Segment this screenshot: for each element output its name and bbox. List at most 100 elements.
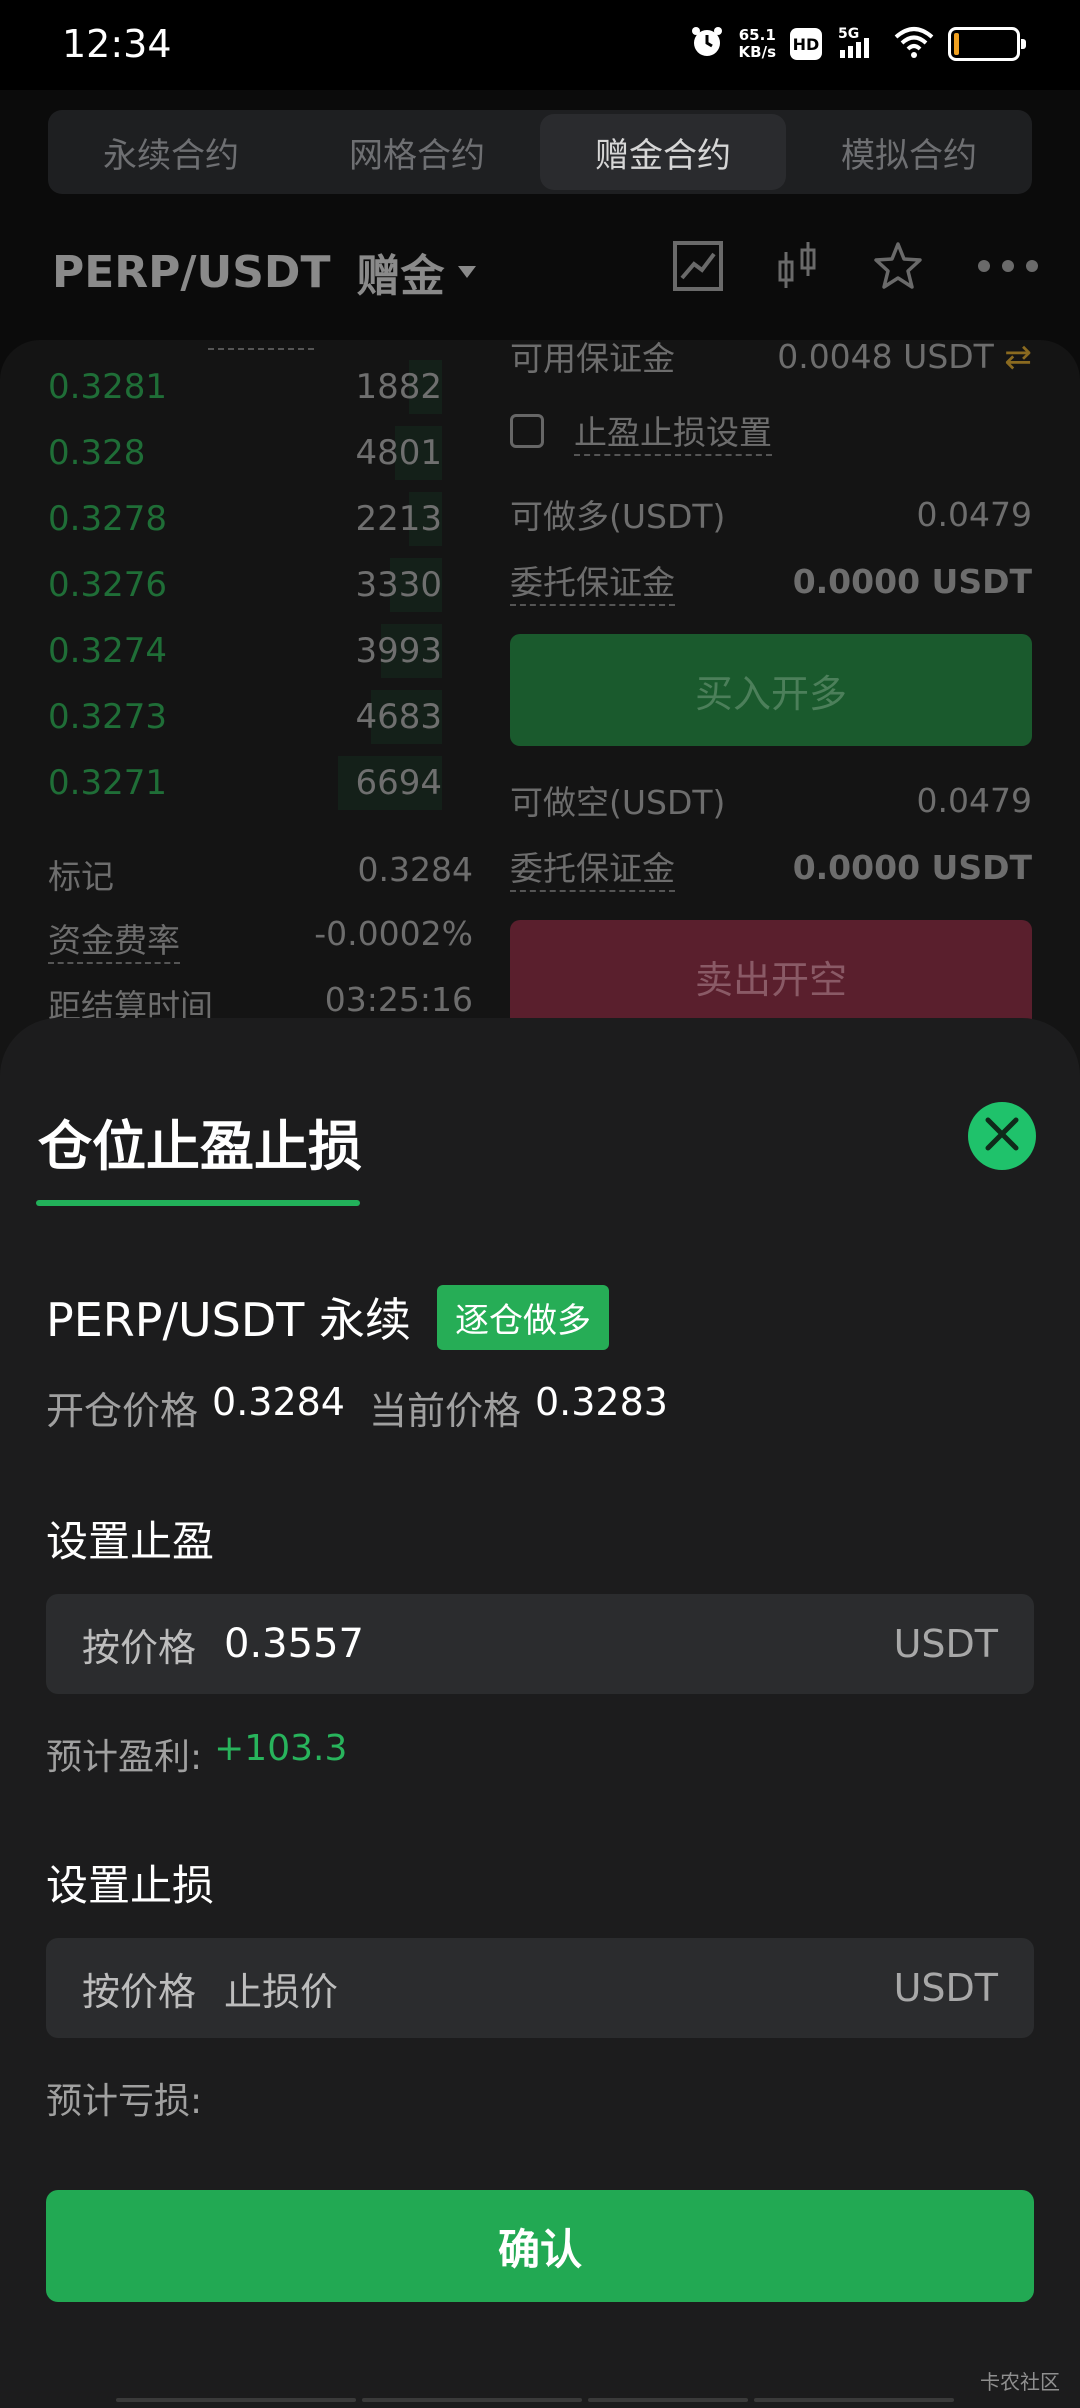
bid-price: 0.3276: [48, 565, 167, 605]
tpsl-setting-label: 止盈止损设置: [574, 406, 772, 456]
mark-value: 0.3284: [357, 850, 473, 889]
mark-label: 标记: [48, 857, 114, 896]
star-icon[interactable]: [872, 240, 924, 292]
bid-price: 0.3278: [48, 499, 167, 539]
order-book-row[interactable]: 0.3276 3330: [48, 552, 442, 618]
funding-value: -0.0002%: [314, 914, 473, 953]
svg-text:5G: 5G: [838, 26, 859, 42]
tab-grid[interactable]: 网格合约: [294, 110, 540, 194]
long-margin-row: 委托保证金 0.0000 USDT: [510, 556, 1032, 606]
tpsl-checkbox[interactable]: [510, 414, 544, 448]
tab-demo[interactable]: 模拟合约: [786, 110, 1032, 194]
hd-icon: HD: [790, 28, 822, 60]
bid-quantity: 4683: [355, 697, 442, 737]
long-label: 可做多(USDT): [510, 497, 726, 536]
take-profit-input[interactable]: 按价格 0.3557 USDT: [46, 1594, 1034, 1694]
pair-selector[interactable]: PERP/USDT 赠金: [52, 240, 477, 304]
bid-quantity: 6694: [355, 763, 442, 803]
bid-price: 0.3274: [48, 631, 167, 671]
est-loss-label: 预计亏损:: [46, 2081, 203, 2122]
header-actions: [672, 240, 1040, 292]
open-price-label: 开仓价格: [46, 1389, 199, 1433]
confirm-button[interactable]: 确认: [46, 2190, 1034, 2302]
funding-rate-row: 资金费率 -0.0002%: [48, 914, 473, 964]
short-available-row: 可做空(USDT) 0.0479: [510, 776, 1032, 824]
stop-loss-input[interactable]: 按价格 止损价 USDT: [46, 1938, 1034, 2038]
home-indicator: [116, 2398, 960, 2404]
order-book-row[interactable]: 0.3281 1882: [48, 354, 442, 420]
current-price-label: 当前价格: [368, 1389, 521, 1433]
order-book-row[interactable]: 0.328 4801: [48, 420, 442, 486]
bid-quantity: 2213: [355, 499, 442, 539]
available-label: 可用保证金: [510, 339, 675, 378]
alarm-icon: [689, 24, 725, 64]
take-profit-title: 设置止盈: [46, 1517, 215, 1566]
close-icon: [982, 1114, 1022, 1158]
position-line: PERP/USDT 永续 逐仓做多: [46, 1284, 610, 1350]
stop-loss-title: 设置止损: [46, 1861, 215, 1910]
mark-price-row: 标记 0.3284: [48, 850, 473, 898]
order-margin-label[interactable]: 委托保证金: [510, 842, 675, 892]
tp-unit: USDT: [893, 1622, 998, 1666]
bid-quantity: 1882: [355, 367, 442, 407]
tp-price-mode[interactable]: 按价格: [46, 1617, 224, 1672]
sell-short-button[interactable]: 卖出开空: [510, 920, 1032, 1032]
contract-tabs: 永续合约 网格合约 赠金合约 模拟合约: [48, 110, 1032, 194]
price-line: 开仓价格 0.3284 当前价格 0.3283: [46, 1380, 678, 1435]
long-available-row: 可做多(USDT) 0.0479: [510, 490, 1032, 538]
short-label: 可做空(USDT): [510, 783, 726, 822]
buy-long-button[interactable]: 买入开多: [510, 634, 1032, 746]
dropdown-triangle-icon: [458, 266, 477, 278]
tpsl-bottom-sheet: 仓位止盈止损 PERP/USDT 永续 逐仓做多 开仓价格 0.3284 当前价…: [0, 1018, 1080, 2408]
wifi-icon: [894, 25, 934, 63]
bid-quantity: 4801: [355, 433, 442, 473]
open-price-value: 0.3284: [212, 1380, 345, 1424]
long-value: 0.0479: [916, 494, 1032, 534]
order-book-row[interactable]: 0.3274 3993: [48, 618, 442, 684]
network-speed: 65.1 KB/s: [738, 26, 776, 61]
close-button[interactable]: [968, 1102, 1036, 1170]
sl-unit: USDT: [893, 1966, 998, 2010]
short-margin-row: 委托保证金 0.0000 USDT: [510, 842, 1032, 892]
available-margin-row: 可用保证金 0.0048 USDT ⇄: [510, 332, 1032, 380]
bid-quantity: 3330: [355, 565, 442, 605]
available-value: 0.0048 USDT ⇄: [777, 336, 1032, 376]
status-bar: 12:34 65.1 KB/s HD 5G: [0, 0, 1080, 90]
bid-price: 0.3281: [48, 367, 167, 407]
sl-price-placeholder[interactable]: 止损价: [224, 1961, 894, 2016]
status-icons: 65.1 KB/s HD 5G: [689, 20, 1026, 68]
order-margin-label[interactable]: 委托保证金: [510, 556, 675, 606]
sl-price-mode[interactable]: 按价格: [46, 1961, 224, 2016]
sheet-title: 仓位止盈止损: [38, 1115, 362, 1178]
order-book-row[interactable]: 0.3278 2213: [48, 486, 442, 552]
bid-price: 0.3271: [48, 763, 167, 803]
bid-price: 0.328: [48, 433, 146, 473]
watermark: 卡农社区: [980, 2370, 1060, 2394]
status-time: 12:34: [62, 22, 172, 66]
line-chart-icon[interactable]: [672, 240, 724, 292]
more-icon[interactable]: [976, 258, 1040, 274]
tp-price-value[interactable]: 0.3557: [224, 1621, 894, 1667]
transfer-icon[interactable]: ⇄: [1004, 337, 1032, 376]
tpsl-setting-row[interactable]: 止盈止损设置: [510, 406, 1032, 456]
title-underline: [36, 1200, 360, 1206]
funding-label[interactable]: 资金费率: [48, 914, 180, 964]
battery-icon: [948, 27, 1026, 61]
order-margin-value: 0.0000 USDT: [792, 847, 1032, 887]
bid-quantity: 3993: [355, 631, 442, 671]
order-margin-value: 0.0000 USDT: [792, 561, 1032, 601]
order-book-row[interactable]: 0.3271 6694: [48, 750, 442, 816]
current-price-value: 0.3283: [535, 1380, 668, 1424]
estimated-profit: 预计盈利: +103.3: [46, 1728, 347, 1780]
pair-tag: 赠金: [356, 251, 445, 302]
est-profit-value: +103.3: [214, 1728, 348, 1769]
candlestick-icon[interactable]: [776, 240, 820, 292]
position-pair: PERP/USDT 永续: [46, 1293, 412, 1347]
position-badge: 逐仓做多: [437, 1284, 610, 1350]
tab-perpetual[interactable]: 永续合约: [48, 110, 294, 194]
order-book-row[interactable]: 0.3273 4683: [48, 684, 442, 750]
tab-bonus[interactable]: 赠金合约: [540, 114, 786, 190]
short-value: 0.0479: [916, 780, 1032, 820]
estimated-loss: 预计亏损:: [46, 2072, 202, 2124]
pair-name: PERP/USDT: [52, 246, 331, 298]
